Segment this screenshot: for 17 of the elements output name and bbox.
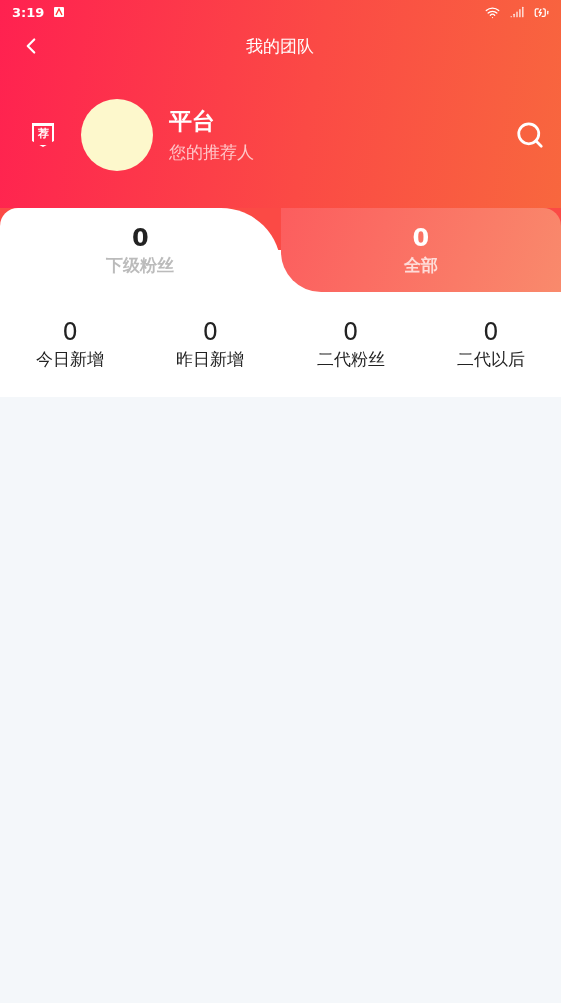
search-icon[interactable]	[515, 120, 545, 150]
stat-value: 0	[202, 318, 218, 346]
page-title: 我的团队	[244, 34, 315, 58]
stat-value: 0	[62, 318, 78, 346]
referrer-name: 平台	[169, 107, 216, 136]
notification-icon	[54, 7, 65, 17]
referrer-badge: 荐	[32, 123, 54, 147]
stat-label: 二代粉丝	[316, 348, 385, 371]
stat-label: 今日新增	[36, 348, 105, 371]
stat-value: 0	[483, 318, 499, 346]
stat-label: 昨日新增	[176, 348, 245, 371]
status-time: 3:19	[12, 4, 45, 20]
stat-label: 二代以后	[456, 348, 525, 371]
stat-value: 0	[343, 318, 359, 346]
referrer-label: 您的推荐人	[169, 141, 254, 164]
signal-icon	[510, 5, 524, 19]
wifi-icon	[485, 4, 500, 20]
